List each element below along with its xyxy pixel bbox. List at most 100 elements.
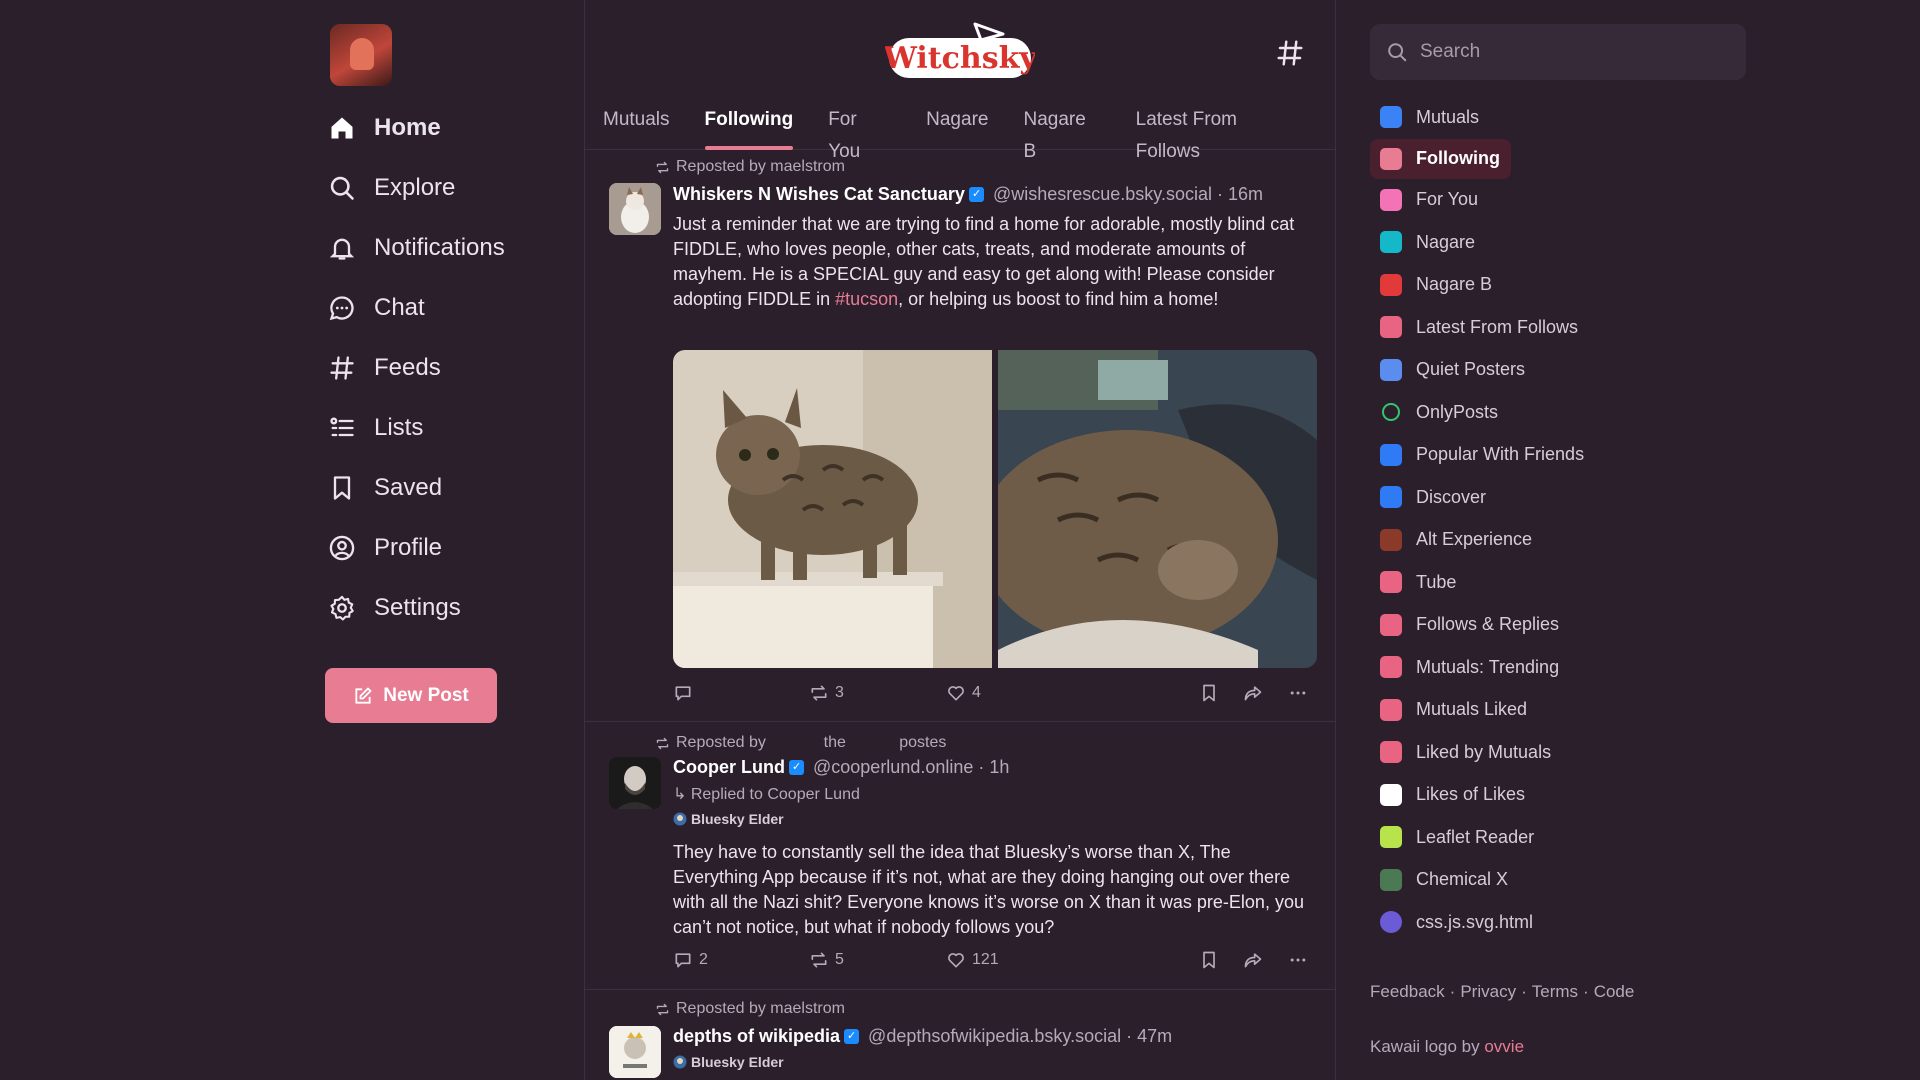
- feed-item-mutuals-trending[interactable]: Mutuals: Trending: [1370, 646, 1750, 689]
- feed-label: Follows & Replies: [1416, 614, 1560, 635]
- share-button[interactable]: [1243, 950, 1263, 970]
- bookmark-button[interactable]: [1199, 950, 1219, 970]
- nav-home[interactable]: Home: [322, 98, 582, 158]
- feed-item-alt-experience[interactable]: Alt Experience: [1370, 519, 1750, 562]
- separator: ·: [1521, 982, 1527, 1001]
- feeds-hash-button[interactable]: [1275, 38, 1305, 68]
- reply-button[interactable]: 2: [673, 950, 708, 970]
- author-name[interactable]: Whiskers N Wishes Cat Sanctuary: [673, 184, 965, 204]
- repost-icon: [811, 685, 827, 701]
- more-button[interactable]: [1288, 950, 1308, 970]
- feed-label: For You: [1416, 189, 1479, 210]
- nav-notifications[interactable]: Notifications: [322, 218, 582, 278]
- feed-item-css-js-svg-html[interactable]: css.js.svg.html: [1370, 901, 1750, 944]
- nav-lists[interactable]: Lists: [322, 398, 582, 458]
- post-time[interactable]: · 16m: [1217, 184, 1263, 204]
- new-post-button[interactable]: New Post: [325, 668, 497, 723]
- search-input[interactable]: [1420, 41, 1720, 63]
- repost-button[interactable]: 3: [809, 683, 844, 703]
- author-avatar[interactable]: [609, 183, 661, 235]
- like-button[interactable]: 4: [946, 683, 981, 703]
- feed-item-mutuals-liked[interactable]: Mutuals Liked: [1370, 689, 1750, 732]
- feed-item-follows-replies[interactable]: Follows & Replies: [1370, 604, 1750, 647]
- feed-item-for-you[interactable]: For You: [1370, 179, 1750, 222]
- feed-item-mutuals[interactable]: Mutuals: [1370, 96, 1750, 139]
- feed-item-nagare-b[interactable]: Nagare B: [1370, 264, 1750, 307]
- feed-item-latest-from-follows[interactable]: Latest From Follows: [1370, 306, 1750, 349]
- repost-button[interactable]: 5: [809, 950, 844, 970]
- post[interactable]: Reposted by the postes Cooper Lund @coop…: [585, 722, 1335, 990]
- feed-item-nagare[interactable]: Nagare: [1370, 221, 1750, 264]
- feed-label: Latest From Follows: [1416, 316, 1579, 337]
- tab-nagare[interactable]: Nagare: [926, 104, 988, 150]
- feed-item-quiet-posters[interactable]: Quiet Posters: [1370, 349, 1750, 392]
- bookmark-icon: [1203, 951, 1215, 969]
- cat-photo-2[interactable]: [998, 350, 1317, 668]
- post-time[interactable]: · 47m: [1126, 1026, 1172, 1046]
- my-avatar[interactable]: [330, 24, 392, 86]
- nav-feeds[interactable]: Feeds: [322, 338, 582, 398]
- tab-mutuals[interactable]: Mutuals: [603, 104, 670, 150]
- feed-item-following[interactable]: Following: [1370, 138, 1511, 179]
- more-button[interactable]: [1288, 683, 1308, 703]
- cat-photo-1[interactable]: [673, 350, 992, 668]
- bell-icon: [329, 238, 355, 260]
- nav-explore-label: Explore: [374, 174, 456, 201]
- hashtag-link[interactable]: #tucson: [835, 289, 898, 309]
- nav-feeds-label: Feeds: [374, 354, 441, 381]
- feed-item-tube[interactable]: Tube: [1370, 561, 1750, 604]
- post-time[interactable]: · 1h: [978, 757, 1009, 777]
- bookmark-icon: [333, 476, 351, 500]
- css-feed-icon: [1380, 911, 1402, 934]
- comment-icon: [675, 686, 691, 701]
- author-handle[interactable]: @cooperlund.online: [813, 757, 973, 777]
- feed-item-likes-of-likes[interactable]: Likes of Likes: [1370, 774, 1750, 817]
- author-name[interactable]: Cooper Lund: [673, 757, 785, 777]
- footer-link-privacy[interactable]: Privacy: [1460, 982, 1516, 1001]
- tab-following[interactable]: Following: [704, 104, 793, 150]
- elder-badge-icon: [673, 812, 687, 826]
- credit-link[interactable]: ovvie: [1484, 1037, 1524, 1056]
- repost-text: Reposted by maelstrom: [676, 158, 845, 175]
- feed-item-onlyposts[interactable]: OnlyPosts: [1370, 391, 1750, 434]
- author-name[interactable]: depths of wikipedia: [673, 1026, 840, 1046]
- like-count: 121: [972, 951, 999, 968]
- nav-saved[interactable]: Saved: [322, 458, 582, 518]
- reply-button[interactable]: [673, 683, 699, 703]
- list-icon: [330, 417, 354, 437]
- footer-link-feedback[interactable]: Feedback: [1370, 982, 1445, 1001]
- footer-link-terms[interactable]: Terms: [1532, 982, 1578, 1001]
- feed-tabs: Mutuals Following For You Nagare Nagare …: [585, 104, 1335, 162]
- feed-item-popular-with-friends[interactable]: Popular With Friends: [1370, 434, 1750, 477]
- tab-for-you[interactable]: For You: [828, 104, 891, 162]
- footer-link-code[interactable]: Code: [1594, 982, 1635, 1001]
- replied-to-line[interactable]: ↳ Replied to Cooper Lund: [673, 784, 860, 804]
- post[interactable]: Reposted by maelstrom depths of wikipedi…: [585, 990, 1335, 1080]
- feed-item-leaflet-reader[interactable]: Leaflet Reader: [1370, 816, 1750, 859]
- author-avatar[interactable]: [609, 1026, 661, 1078]
- tab-nagare-b[interactable]: Nagare B: [1023, 104, 1100, 162]
- nav-chat[interactable]: Chat: [322, 278, 582, 338]
- search-box[interactable]: [1370, 24, 1746, 80]
- author-handle[interactable]: @wishesrescue.bsky.social: [993, 184, 1212, 204]
- quiet-posters-icon: [1380, 358, 1402, 381]
- feed-item-chemical-x[interactable]: Chemical X: [1370, 859, 1750, 902]
- repost-indicator[interactable]: Reposted by maelstrom: [655, 158, 845, 176]
- feed-item-liked-by-mutuals[interactable]: Liked by Mutuals: [1370, 731, 1750, 774]
- share-button[interactable]: [1243, 683, 1263, 703]
- author-avatar[interactable]: [609, 757, 661, 809]
- tab-latest-from-follows[interactable]: Latest From Follows: [1136, 104, 1300, 162]
- bookmark-button[interactable]: [1199, 683, 1219, 703]
- author-handle[interactable]: @depthsofwikipedia.bsky.social: [868, 1026, 1121, 1046]
- nav-explore[interactable]: Explore: [322, 158, 582, 218]
- nav-lists-label: Lists: [374, 414, 424, 441]
- nav-profile[interactable]: Profile: [322, 518, 582, 578]
- repost-indicator[interactable]: Reposted by the postes: [655, 734, 946, 752]
- repost-indicator[interactable]: Reposted by maelstrom: [655, 1000, 845, 1018]
- feed-item-discover[interactable]: Discover: [1370, 476, 1750, 519]
- witchsky-logo[interactable]: Witchsky: [885, 20, 1035, 86]
- like-button[interactable]: 121: [946, 950, 999, 970]
- nav-settings[interactable]: Settings: [322, 578, 582, 638]
- repost-icon: [811, 952, 827, 968]
- post[interactable]: Reposted by maelstrom Whiskers N Wishes …: [585, 150, 1335, 722]
